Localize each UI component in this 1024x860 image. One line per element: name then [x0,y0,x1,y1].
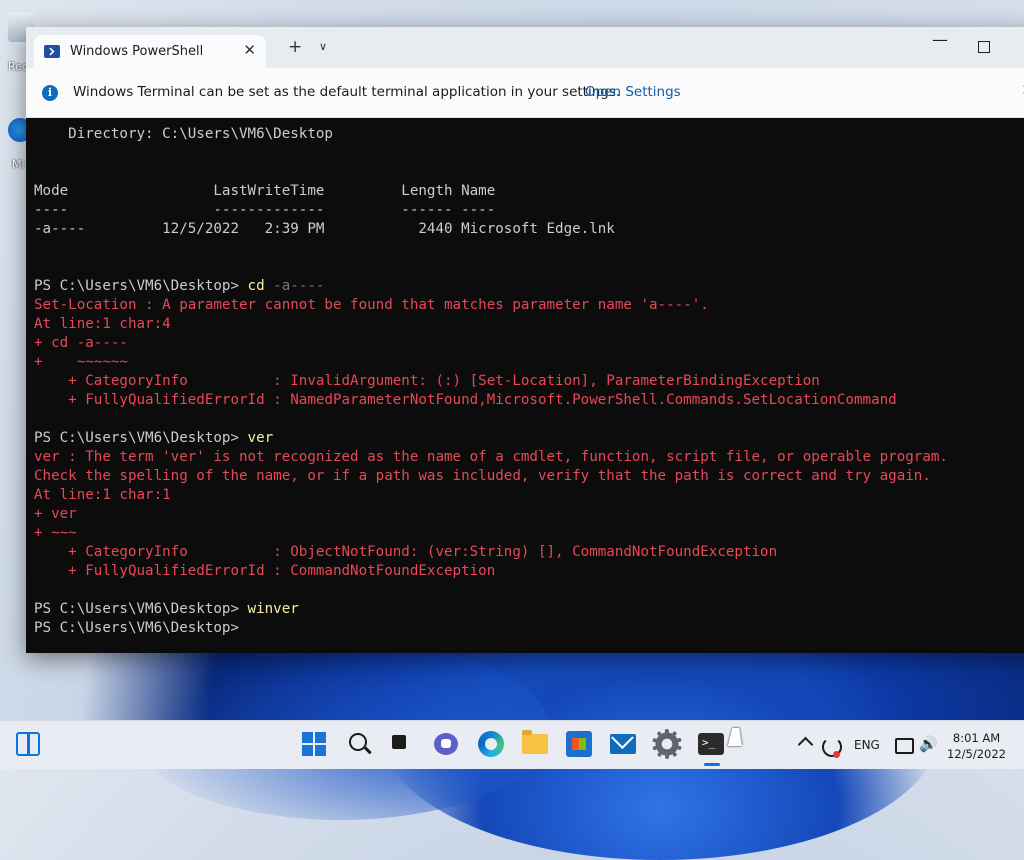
edge-icon[interactable] [478,731,504,757]
network-icon[interactable] [895,738,914,754]
mail-icon[interactable] [610,734,636,754]
new-tab-button[interactable]: + [288,37,302,57]
chat-icon[interactable] [434,733,458,755]
terminal-icon[interactable] [698,733,724,755]
taskbar: ENG 🔊 8:01 AM 12/5/2022 [0,720,1024,769]
error-line: Set-Location : A parameter cannot be fou… [34,297,709,313]
info-icon: i [42,85,58,101]
error-line: + FullyQualifiedErrorId : NamedParameter… [34,392,897,408]
volume-icon[interactable]: 🔊 [919,735,938,753]
prompt-text: PS C:\Users\VM6\Desktop> [34,601,248,617]
error-line: At line:1 char:4 [34,316,171,332]
prompt-line: PS C:\Users\VM6\Desktop> [34,619,1024,638]
desktop-icon-label: Mi [12,158,25,171]
task-view-icon[interactable] [390,731,416,757]
prompt-line: PS C:\Users\VM6\Desktop> winver [34,600,1024,619]
clock[interactable]: 8:01 AM 12/5/2022 [947,730,1006,762]
output-line: Mode LastWriteTime Length Name [34,183,496,199]
error-line: Check the spelling of the name, or if a … [34,468,931,484]
start-icon[interactable] [302,732,326,756]
clock-date: 12/5/2022 [947,747,1006,761]
terminal-window: Windows PowerShell ✕ + ∨ — i Windows Ter… [26,27,1024,653]
sync-error-badge [833,751,840,758]
error-line: At line:1 char:1 [34,487,171,503]
maximize-button[interactable] [978,41,990,53]
language-indicator[interactable]: ENG [854,738,880,752]
prompt-text: PS C:\Users\VM6\Desktop> [34,620,239,636]
minimize-button[interactable]: — [932,30,948,49]
store-icon[interactable] [566,731,592,757]
show-hidden-icons-chevron-icon[interactable] [797,736,814,753]
error-line: + CategoryInfo : ObjectNotFound: (ver:St… [34,544,778,560]
clock-time: 8:01 AM [952,731,1001,745]
powershell-icon [44,45,60,58]
title-bar[interactable]: Windows PowerShell ✕ + ∨ — [26,27,1024,68]
widgets-icon[interactable] [16,732,40,756]
error-line: + ~~~ [34,525,77,541]
error-line: + FullyQualifiedErrorId : CommandNotFoun… [34,563,496,579]
output-line: Directory: C:\Users\VM6\Desktop [34,126,333,142]
active-app-indicator [704,763,720,766]
desktop-icon-label: Rec [8,60,28,73]
prompt-text: PS C:\Users\VM6\Desktop> [34,278,248,294]
command-text: ver [247,430,274,446]
output-line: -a---- 12/5/2022 2:39 PM 2440 Microsoft … [34,221,615,237]
tab-powershell[interactable]: Windows PowerShell ✕ [34,35,266,68]
prompt-text: PS C:\Users\VM6\Desktop> [34,430,248,446]
search-icon[interactable] [347,733,373,759]
info-message: Windows Terminal can be set as the defau… [73,84,621,100]
settings-icon[interactable] [652,729,682,759]
info-bar: i Windows Terminal can be set as the def… [26,68,1024,118]
error-line: + ~~~~~~ [34,354,128,370]
command-text: winver [247,601,299,617]
prompt-line: PS C:\Users\VM6\Desktop> cd -a---- [34,277,1024,296]
tab-title: Windows PowerShell [70,44,204,59]
error-line: ver : The term 'ver' is not recognized a… [34,449,948,465]
output-line: ---- ------------- ------ ---- [34,202,496,218]
error-line: + cd -a---- [34,335,128,351]
console-output[interactable]: Directory: C:\Users\VM6\Desktop Mode Last… [34,125,1024,653]
prompt-line: PS C:\Users\VM6\Desktop> ver [34,429,1024,448]
file-explorer-icon[interactable] [522,730,548,754]
command-argument: -a---- [264,278,325,294]
command-text: cd [247,278,265,294]
tab-dropdown-icon[interactable]: ∨ [319,40,327,53]
close-tab-icon[interactable]: ✕ [243,41,256,59]
error-line: + ver [34,506,77,522]
error-line: + CategoryInfo : InvalidArgument: (:) [S… [34,373,820,389]
open-settings-link[interactable]: Open Settings [585,84,681,100]
